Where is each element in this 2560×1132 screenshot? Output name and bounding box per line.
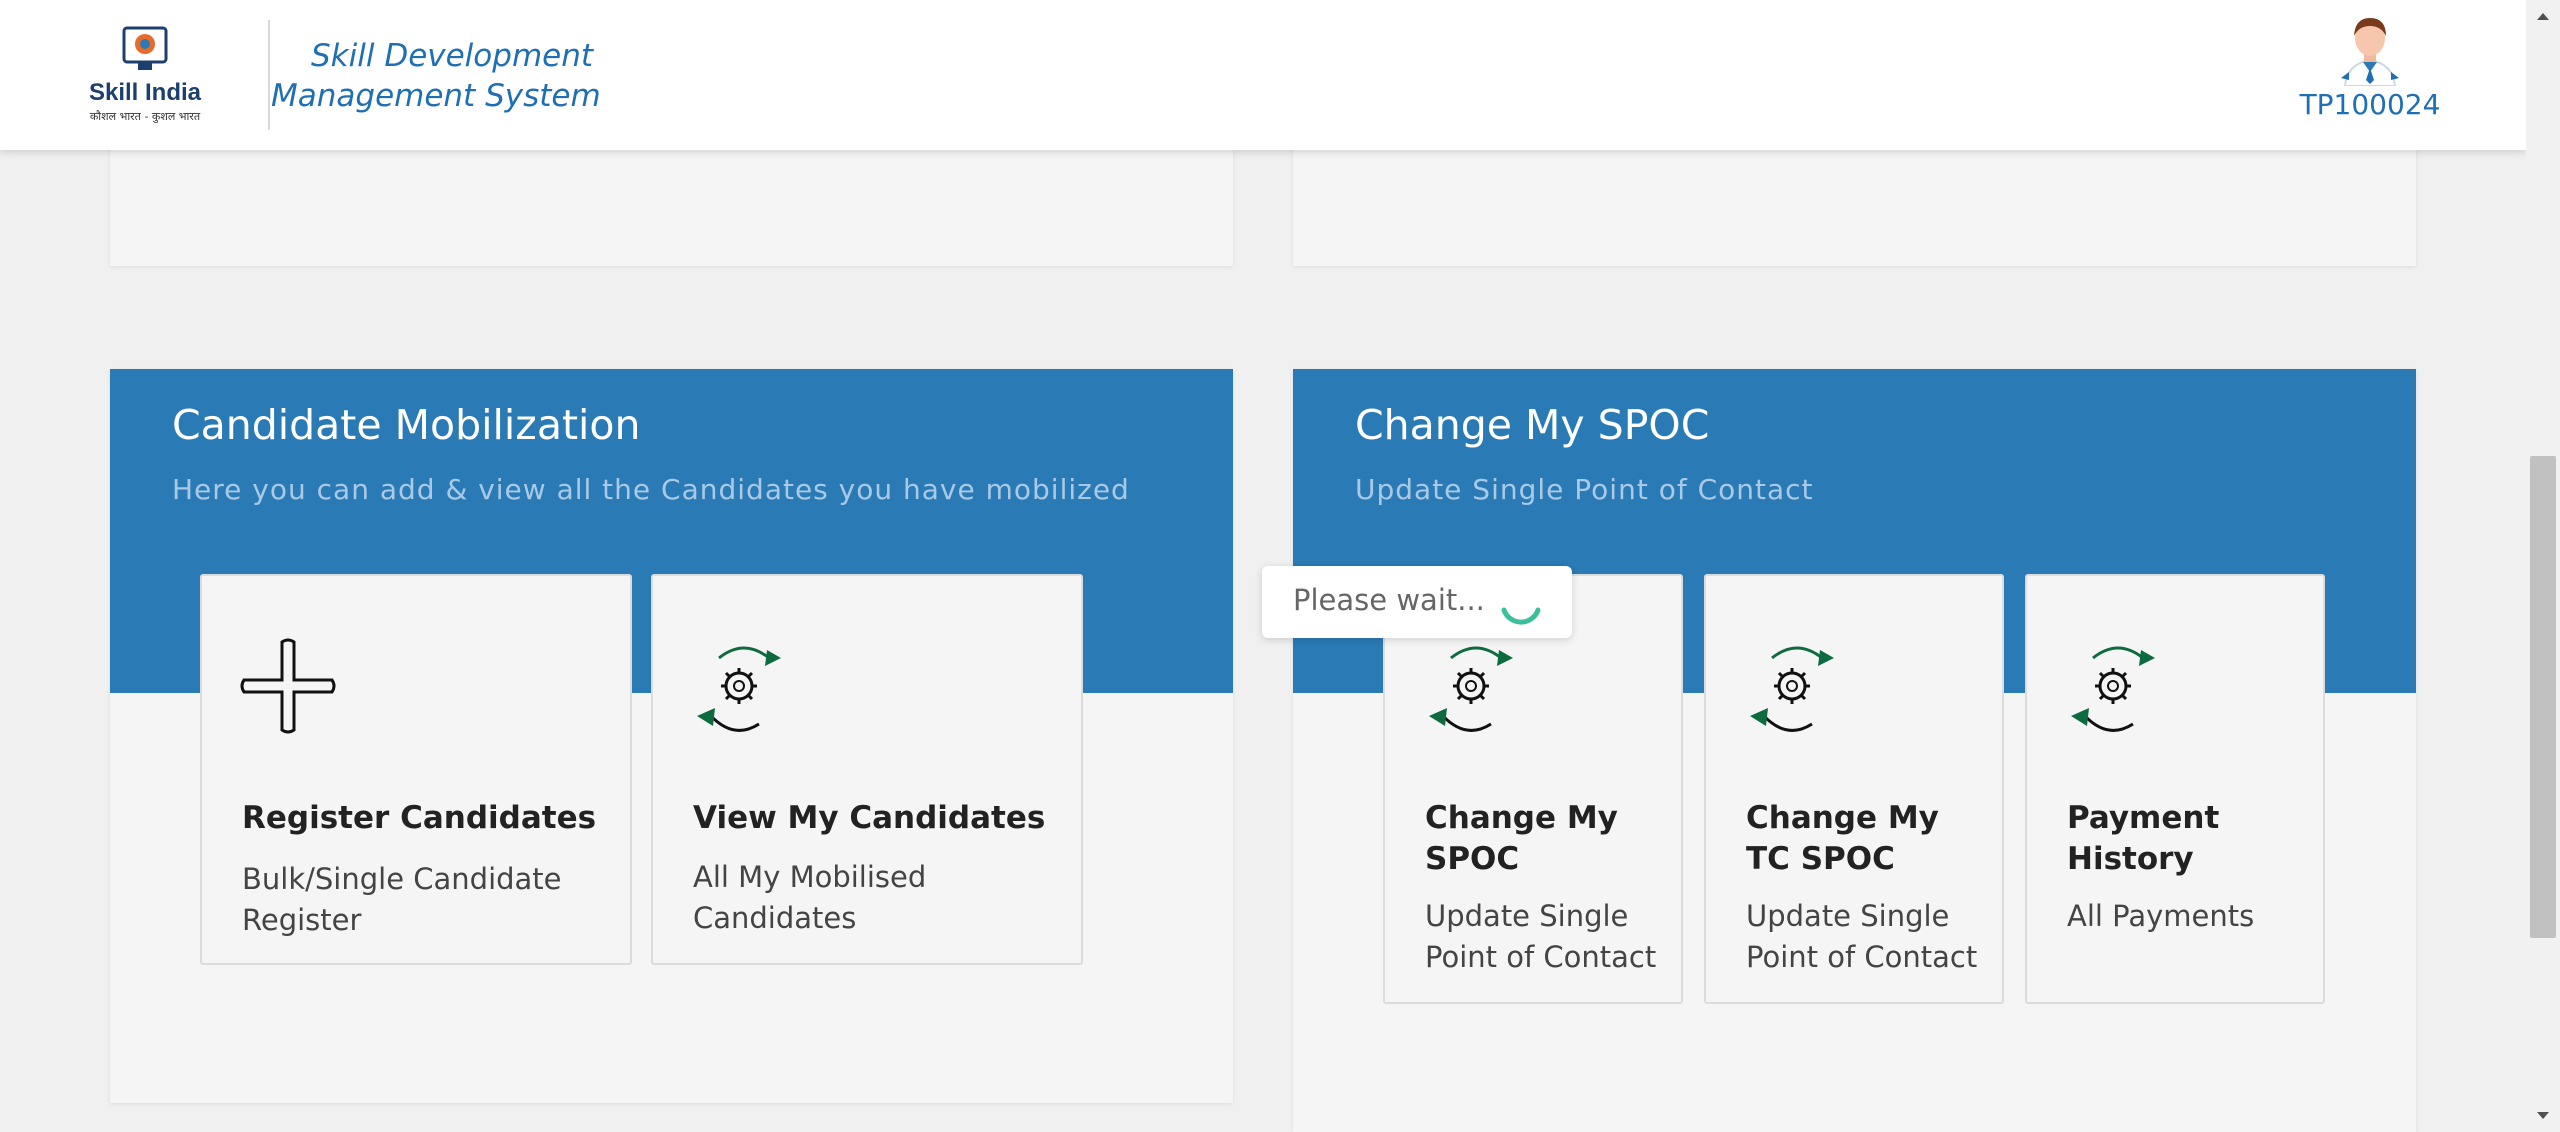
vertical-scrollbar[interactable] <box>2526 0 2560 1132</box>
top-header: Skill India कौशल भारत - कुशल भारत Skill … <box>0 0 2526 150</box>
app-title: Skill Development Management System <box>271 38 601 114</box>
loading-text: Please wait... <box>1293 583 1485 617</box>
gear-refresh-icon <box>697 646 781 732</box>
tile-title: Change My TC SPOC <box>1746 800 1939 877</box>
view-my-candidates-tile[interactable]: View My Candidates All My Mobilised Cand… <box>651 574 1083 965</box>
logo-text: Skill India <box>89 79 202 106</box>
logo-tagline: कौशल भारत - कुशल भारत <box>90 110 201 123</box>
candidate-mobilization-section: Candidate Mobilization Here you can add … <box>110 369 1233 1103</box>
section-subtitle: Here you can add & view all the Candidat… <box>172 473 1130 506</box>
tile-description: Update Single Point of Contact <box>1746 899 1978 974</box>
tile-title: View My Candidates <box>693 800 1046 836</box>
payment-history-tile[interactable]: Payment History All Payments <box>2025 574 2325 1004</box>
section-title: Change My SPOC <box>1355 401 1710 449</box>
gear-refresh-icon <box>2071 646 2155 732</box>
register-candidates-tile[interactable]: Register Candidates Bulk/Single Candidat… <box>200 574 632 965</box>
plus-icon <box>240 638 336 734</box>
tile-description: All Payments <box>2067 899 2255 933</box>
user-menu[interactable]: TP100024 <box>2290 14 2450 144</box>
tile-description: Bulk/Single Candidate Register <box>242 862 562 937</box>
scroll-up-arrow-icon[interactable] <box>2526 4 2560 30</box>
scrollbar-thumb[interactable] <box>2530 456 2556 938</box>
skill-india-logo[interactable]: Skill India कौशल भारत - कुशल भारत <box>80 22 210 130</box>
change-my-tc-spoc-tile[interactable]: Change My TC SPOC Update Single Point of… <box>1704 574 2004 1004</box>
tile-description: Update Single Point of Contact <box>1425 899 1657 974</box>
header-divider <box>268 20 270 130</box>
tile-title: Payment History <box>2067 800 2220 877</box>
change-my-spoc-tile[interactable]: Change My SPOC Update Single Point of Co… <box>1383 574 1683 1004</box>
tile-description: All My Mobilised Candidates <box>693 860 927 935</box>
user-avatar-icon <box>2341 18 2399 86</box>
user-id: TP100024 <box>2299 88 2441 121</box>
loading-toast: Please wait... <box>1262 566 1572 638</box>
loading-spinner-icon <box>1501 607 1541 625</box>
scroll-down-arrow-icon[interactable] <box>2526 1102 2560 1128</box>
tile-title: Register Candidates <box>242 800 597 836</box>
skill-india-logo-icon: Skill India कौशल भारत - कुशल भारत <box>89 26 202 123</box>
section-title: Candidate Mobilization <box>172 401 641 449</box>
change-my-spoc-section: Change My SPOC Update Single Point of Co… <box>1293 369 2416 1132</box>
gear-refresh-icon <box>1429 646 1513 732</box>
section-subtitle: Update Single Point of Contact <box>1355 473 1814 506</box>
gear-refresh-icon <box>1750 646 1834 732</box>
tile-title: Change My SPOC <box>1425 800 1618 877</box>
